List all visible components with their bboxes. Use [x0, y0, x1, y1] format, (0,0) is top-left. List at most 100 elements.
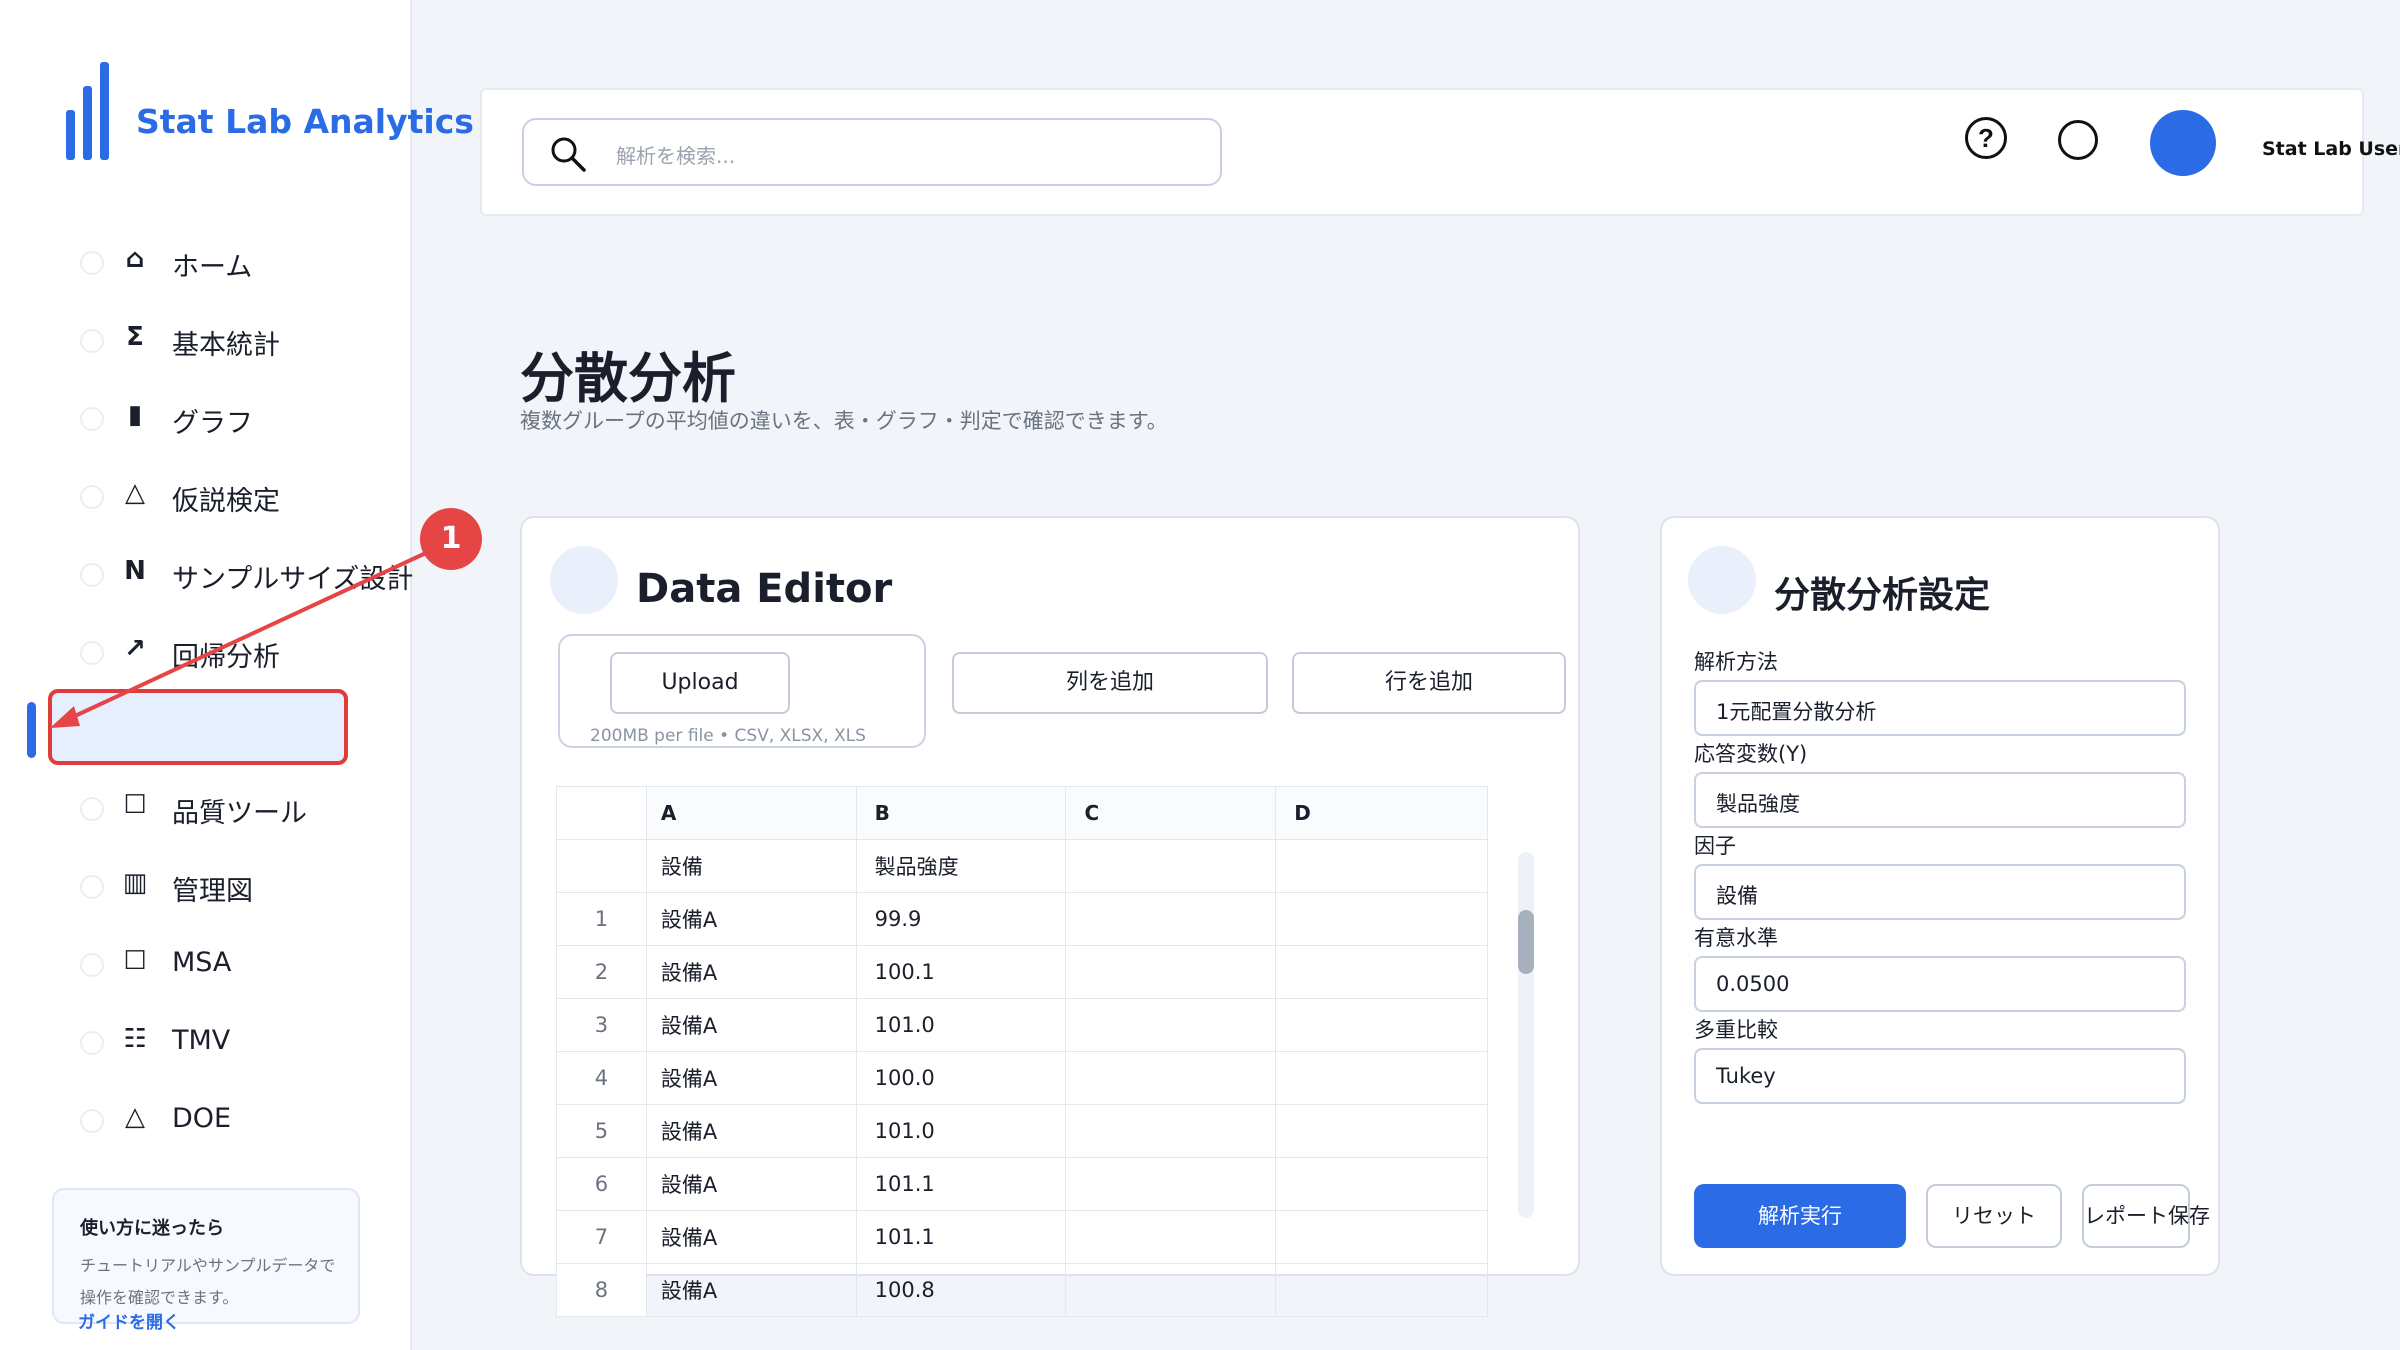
sidebar-item[interactable]: △ DOE — [0, 1090, 410, 1150]
sidebar-item[interactable]: ▮ グラフ — [0, 388, 410, 448]
help-icon[interactable]: ? — [1964, 116, 2008, 160]
sidebar-item-icon: ⌂ — [125, 244, 145, 274]
cell-a[interactable]: 設備A — [645, 1263, 857, 1317]
sidebar-item-icon: ▮ — [127, 400, 143, 430]
cell-b[interactable]: 99.9 — [855, 892, 1067, 946]
cell-a[interactable]: 設備A — [645, 945, 857, 999]
search-icon — [551, 137, 586, 172]
row-number: 7 — [556, 1210, 647, 1264]
table-row: 3 設備A 101.0 — [556, 998, 1488, 1052]
search-input[interactable]: 解析を検索... — [616, 140, 735, 169]
table-row: 7 設備A 101.1 — [556, 1210, 1488, 1264]
add-column-button[interactable]: 列を追加 — [952, 652, 1268, 714]
sidebar-item-label: 基本統計 — [172, 330, 280, 361]
cell-d[interactable] — [1275, 1210, 1488, 1264]
column-header-d[interactable]: D — [1275, 786, 1488, 840]
cell-c[interactable] — [1065, 998, 1277, 1052]
multiple-comparison-select[interactable]: Tukey — [1694, 1048, 2186, 1104]
cell-b[interactable]: 製品強度 — [855, 839, 1067, 893]
add-row-button[interactable]: 行を追加 — [1292, 652, 1566, 714]
cell-b[interactable]: 101.1 — [855, 1157, 1067, 1211]
cell-a[interactable]: 設備A — [645, 1157, 857, 1211]
cell-b[interactable]: 101.0 — [855, 998, 1067, 1052]
cell-a[interactable]: 設備A — [645, 1104, 857, 1158]
cell-b[interactable]: 101.1 — [855, 1210, 1067, 1264]
column-header-a[interactable]: A — [645, 786, 857, 840]
cell-a[interactable]: 設備A — [645, 998, 857, 1052]
cell-d[interactable] — [1275, 1104, 1488, 1158]
data-editor-badge-icon — [550, 546, 618, 614]
sidebar-item-dot — [80, 953, 104, 977]
cell-b[interactable]: 101.0 — [855, 1104, 1067, 1158]
row-number: 5 — [556, 1104, 647, 1158]
sidebar-item[interactable]: ☷ TMV — [0, 1012, 410, 1072]
cell-c[interactable] — [1065, 1104, 1277, 1158]
help-title: 使い方に迷ったら — [80, 1218, 224, 1239]
cell-d[interactable] — [1275, 892, 1488, 946]
response-select[interactable]: 製品強度 — [1694, 772, 2186, 828]
sidebar-item[interactable]: ⌂ ホーム — [0, 232, 410, 292]
alpha-input[interactable]: 0.0500 — [1694, 956, 2186, 1012]
column-header-c[interactable]: C — [1065, 786, 1277, 840]
cell-c[interactable] — [1065, 945, 1277, 999]
cell-a[interactable]: 設備A — [645, 1051, 857, 1105]
factor-select[interactable]: 設備 — [1694, 864, 2186, 920]
sidebar-item[interactable]: ↗ 回帰分析 — [0, 622, 410, 682]
row-number: 3 — [556, 998, 647, 1052]
upload-button[interactable]: Upload — [610, 652, 790, 714]
cell-b[interactable]: 100.0 — [855, 1051, 1067, 1105]
sidebar-item[interactable]: ☐ MSA — [0, 934, 410, 994]
data-grid: A B C D 設備 製品強度 1 設備A 99.9 2 設備A 100.1 3 設備A 101.0… — [556, 786, 1494, 1350]
grid-scrollbar[interactable] — [1518, 852, 1534, 1218]
notification-icon[interactable] — [2058, 120, 2098, 160]
method-select[interactable]: 1元配置分散分析 — [1694, 680, 2186, 736]
search-box[interactable]: 解析を検索... — [522, 118, 1222, 186]
upload-area[interactable]: Upload 200MB per file • CSV, XLSX, XLS — [558, 634, 926, 748]
sidebar-item[interactable]: N サンプルサイズ設計 — [0, 544, 414, 604]
cell-c[interactable] — [1065, 1157, 1277, 1211]
alpha-label: 有意水準 — [1694, 926, 1778, 950]
sidebar-item[interactable]: ☐ 品質ツール — [0, 778, 410, 838]
row-number — [556, 839, 647, 893]
sidebar-item[interactable]: Σ 基本統計 — [0, 310, 410, 370]
cell-a[interactable]: 設備A — [645, 892, 857, 946]
cell-b[interactable]: 100.1 — [855, 945, 1067, 999]
cell-d[interactable] — [1275, 1263, 1488, 1317]
run-analysis-button[interactable]: 解析実行 — [1694, 1184, 1906, 1248]
guide-link[interactable]: ガイドを開く — [78, 1308, 180, 1333]
settings-badge-icon — [1688, 546, 1756, 614]
user-name[interactable]: Stat Lab User — [2262, 138, 2400, 160]
save-report-button[interactable]: レポート保存 — [2082, 1184, 2210, 1248]
cell-d[interactable] — [1275, 839, 1488, 893]
grid-scroll-thumb[interactable] — [1518, 910, 1534, 974]
active-item-highlight — [48, 689, 348, 765]
sidebar-item[interactable]: △ 仮説検定 — [0, 466, 410, 526]
cell-d[interactable] — [1275, 945, 1488, 999]
cell-d[interactable] — [1275, 998, 1488, 1052]
sidebar-item-dot — [80, 485, 104, 509]
column-header-b[interactable]: B — [855, 786, 1067, 840]
reset-button[interactable]: リセット — [1926, 1184, 2062, 1248]
cell-a[interactable]: 設備A — [645, 1210, 857, 1264]
cell-c[interactable] — [1065, 1210, 1277, 1264]
top-bar: 解析を検索... ? Stat Lab User — [480, 88, 2400, 216]
response-value: 製品強度 — [1716, 792, 1800, 816]
cell-a[interactable]: 設備 — [645, 839, 857, 893]
cell-b[interactable]: 100.8 — [855, 1263, 1067, 1317]
table-row: 4 設備A 100.0 — [556, 1051, 1488, 1105]
cell-d[interactable] — [1275, 1051, 1488, 1105]
table-row: 8 設備A 100.8 — [556, 1263, 1488, 1317]
sidebar-item[interactable]: ▥ 管理図 — [0, 856, 410, 916]
brand[interactable]: Stat Lab Analytics — [66, 62, 474, 162]
avatar[interactable] — [2150, 110, 2216, 176]
cell-c[interactable] — [1065, 892, 1277, 946]
cell-d[interactable] — [1275, 1157, 1488, 1211]
sidebar-item-label: サンプルサイズ設計 — [172, 564, 414, 595]
cell-c[interactable] — [1065, 1051, 1277, 1105]
sidebar-item-label: 品質ツール — [172, 798, 307, 829]
page-title: 分散分析 — [520, 347, 736, 410]
cell-c[interactable] — [1065, 839, 1277, 893]
sidebar-item-label: 回帰分析 — [172, 642, 280, 673]
anova-settings-card: 分散分析設定 解析方法 1元配置分散分析 応答変数(Y) 製品強度 因子 設備 … — [1660, 516, 2220, 1276]
cell-c[interactable] — [1065, 1263, 1277, 1317]
